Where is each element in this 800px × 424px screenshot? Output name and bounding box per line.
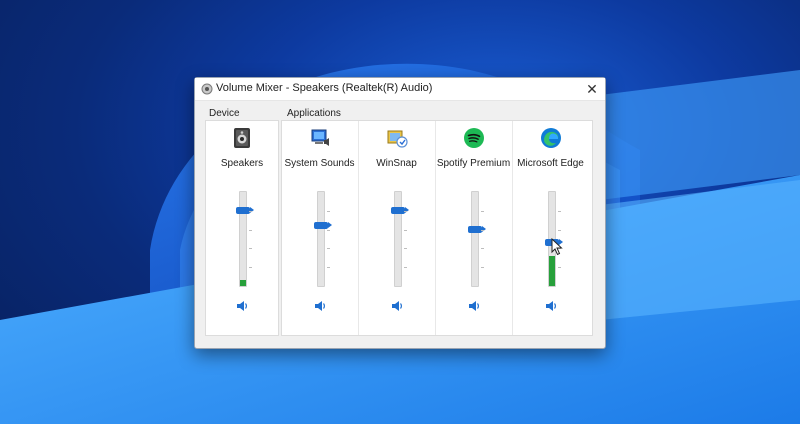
app-channel-winsnap: WinSnap [359, 121, 434, 335]
spotify-icon [463, 128, 484, 148]
device-group-label: Device [209, 108, 240, 119]
app-channel-system-sounds: System Sounds [282, 121, 357, 335]
volume-slider[interactable] [313, 191, 332, 287]
device-channel-speakers: Speakers [206, 121, 278, 335]
channel-label: WinSnap [376, 158, 417, 169]
slider-tick [326, 211, 330, 212]
slider-thumb[interactable] [236, 207, 254, 214]
system-sounds-icon [311, 129, 329, 146]
mute-toggle-speaker-icon[interactable] [467, 299, 481, 313]
slider-tick [249, 230, 252, 231]
slider-tick [557, 230, 561, 231]
channel-label: System Sounds [284, 158, 355, 169]
channel-label: Microsoft Edge [517, 158, 584, 169]
peak-meter [548, 256, 555, 286]
volume-slider[interactable] [236, 191, 254, 287]
slider-thumb[interactable] [467, 226, 486, 233]
slider-tick [326, 267, 330, 268]
winsnap-icon [387, 130, 408, 148]
slider-tick [403, 211, 407, 212]
slider-tick [557, 211, 561, 212]
slider-tick [249, 248, 252, 249]
app-channel-microsoft-edge: Microsoft Edge [513, 121, 588, 335]
channel-label: Spotify Premium [436, 158, 511, 169]
mute-toggle-speaker-icon[interactable] [313, 299, 327, 313]
title-bar: Volume Mixer - Speakers (Realtek(R) Audi… [195, 78, 605, 101]
mute-toggle-speaker-icon[interactable] [235, 299, 249, 313]
window-title: Volume Mixer - Speakers (Realtek(R) Audi… [216, 82, 433, 94]
volume-mixer-app-icon [201, 83, 213, 95]
mute-toggle-speaker-icon[interactable] [544, 299, 558, 313]
close-button[interactable]: ✕ [579, 78, 605, 100]
slider-tick [326, 248, 330, 249]
edge-icon [540, 128, 561, 148]
slider-tick [480, 230, 484, 231]
slider-tick [249, 211, 252, 212]
slider-tick [480, 248, 484, 249]
slider-tick [326, 230, 330, 231]
mute-toggle-speaker-icon[interactable] [390, 299, 404, 313]
volume-mixer-window: Volume Mixer - Speakers (Realtek(R) Audi… [194, 77, 606, 349]
peak-meter [240, 280, 246, 286]
speaker-device-icon [234, 128, 250, 148]
applications-panel: System Sounds WinSnap Spotify Premium Mi… [281, 120, 593, 336]
applications-group-label: Applications [287, 108, 341, 119]
app-channel-spotify: Spotify Premium [436, 121, 511, 335]
slider-tick [403, 248, 407, 249]
slider-tick [403, 230, 407, 231]
slider-tick [249, 267, 252, 268]
volume-slider[interactable] [390, 191, 409, 287]
slider-thumb[interactable] [390, 207, 409, 214]
device-panel: Speakers [205, 120, 279, 336]
slider-thumb[interactable] [313, 222, 332, 229]
slider-tick [480, 267, 484, 268]
slider-tick [557, 267, 561, 268]
channel-label: Speakers [220, 158, 264, 169]
volume-slider[interactable] [467, 191, 486, 287]
slider-tick [403, 267, 407, 268]
slider-tick [480, 211, 484, 212]
mouse-cursor-icon [551, 238, 563, 256]
